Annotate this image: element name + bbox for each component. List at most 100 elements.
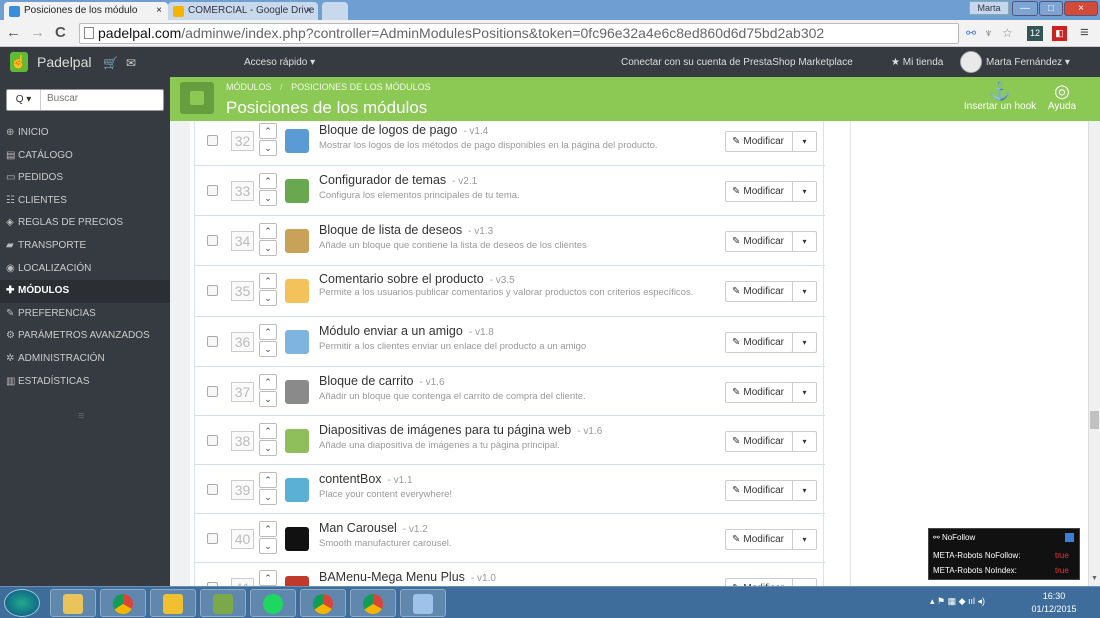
quick-access-dropdown[interactable]: Acceso rápido ▾ bbox=[244, 57, 315, 68]
taskbar-mail-button[interactable] bbox=[150, 589, 196, 617]
sidebar-item-estadisticas[interactable]: ▥ ESTADÍSTICAS bbox=[0, 371, 170, 394]
taskbar-editor-button[interactable] bbox=[200, 589, 246, 617]
scroll-down-arrow-icon[interactable]: ▼ bbox=[1091, 575, 1098, 582]
modify-button[interactable]: ✎Modificar bbox=[725, 382, 793, 403]
search-type-button[interactable]: Q ▾ bbox=[7, 90, 41, 110]
move-down-arrow-icon[interactable]: ⌄ bbox=[259, 240, 277, 256]
extension-link-icon[interactable]: ⚯ bbox=[966, 25, 976, 41]
vertical-scrollbar[interactable]: ▼ bbox=[1088, 121, 1100, 586]
extension-badge[interactable]: 12 bbox=[1027, 26, 1043, 41]
move-down-arrow-icon[interactable]: ⌄ bbox=[259, 190, 277, 206]
module-checkbox[interactable] bbox=[207, 336, 218, 347]
taskbar-spotify-button[interactable] bbox=[250, 589, 296, 617]
bookmark-star-icon[interactable]: ☆ bbox=[1002, 25, 1013, 41]
move-up-arrow-icon[interactable]: ⌃ bbox=[259, 374, 277, 390]
maximize-button[interactable]: □ bbox=[1039, 1, 1063, 16]
row-actions-dropdown[interactable]: ▾ bbox=[792, 529, 817, 550]
module-checkbox[interactable] bbox=[207, 285, 218, 296]
nofollow-toggle[interactable] bbox=[1065, 533, 1074, 542]
extension-red-icon[interactable]: ◧ bbox=[1052, 26, 1067, 41]
move-up-arrow-icon[interactable]: ⌃ bbox=[259, 472, 277, 488]
modify-button[interactable]: ✎Modificar bbox=[725, 281, 793, 302]
help-button[interactable]: ◎ Ayuda bbox=[1044, 81, 1080, 112]
mail-icon[interactable]: ✉ bbox=[126, 56, 136, 70]
modify-button[interactable]: ✎Modificar bbox=[725, 578, 793, 586]
module-checkbox[interactable] bbox=[207, 435, 218, 446]
row-actions-dropdown[interactable]: ▾ bbox=[792, 431, 817, 452]
breadcrumb-posiciones[interactable]: POSICIONES DE LOS MÓDULOS bbox=[291, 82, 431, 92]
move-down-arrow-icon[interactable]: ⌄ bbox=[259, 290, 277, 306]
extension-pin-icon[interactable]: ♆ bbox=[984, 25, 993, 41]
module-checkbox[interactable] bbox=[207, 135, 218, 146]
move-down-arrow-icon[interactable]: ⌄ bbox=[259, 538, 277, 554]
row-actions-dropdown[interactable]: ▾ bbox=[792, 281, 817, 302]
move-up-arrow-icon[interactable]: ⌃ bbox=[259, 570, 277, 586]
forward-button[interactable]: → bbox=[30, 24, 45, 42]
sidebar-item-pedidos[interactable]: ▭ PEDIDOS bbox=[0, 167, 170, 190]
move-up-arrow-icon[interactable]: ⌃ bbox=[259, 223, 277, 239]
minimize-button[interactable]: — bbox=[1012, 1, 1038, 16]
search-input[interactable] bbox=[47, 93, 157, 104]
module-checkbox[interactable] bbox=[207, 386, 218, 397]
row-actions-dropdown[interactable]: ▾ bbox=[792, 131, 817, 152]
start-button[interactable] bbox=[4, 589, 40, 617]
modify-button[interactable]: ✎Modificar bbox=[725, 231, 793, 252]
sidebar-item-reglas-de-precios[interactable]: ◈ REGLAS DE PRECIOS bbox=[0, 212, 170, 235]
row-actions-dropdown[interactable]: ▾ bbox=[792, 480, 817, 501]
close-tab-icon[interactable]: × bbox=[306, 2, 312, 20]
move-down-arrow-icon[interactable]: ⌄ bbox=[259, 440, 277, 456]
sidebar-item-localizacion[interactable]: ◉ LOCALIZACIÓN bbox=[0, 258, 170, 281]
tab-posiciones[interactable]: Posiciones de los módulo × bbox=[4, 2, 168, 20]
module-checkbox[interactable] bbox=[207, 484, 218, 495]
close-window-button[interactable]: × bbox=[1064, 1, 1098, 16]
sidebar-item-clientes[interactable]: ☷ CLIENTES bbox=[0, 190, 170, 213]
url-field[interactable]: padelpal.com/adminwe/index.php?controlle… bbox=[79, 23, 959, 44]
sidebar-item-inicio[interactable]: ⊕ INICIO bbox=[0, 122, 170, 145]
user-menu[interactable]: Marta Fernández ▾ bbox=[986, 57, 1070, 68]
sidebar-item-catalogo[interactable]: ▤ CATÁLOGO bbox=[0, 145, 170, 168]
back-button[interactable]: ← bbox=[6, 24, 21, 42]
taskbar-chrome3-button[interactable] bbox=[350, 589, 396, 617]
move-up-arrow-icon[interactable]: ⌃ bbox=[259, 123, 277, 139]
hand-logo-icon[interactable]: ☝ bbox=[10, 52, 28, 72]
row-actions-dropdown[interactable]: ▾ bbox=[792, 181, 817, 202]
shop-name[interactable]: Padelpal bbox=[37, 54, 92, 70]
move-down-arrow-icon[interactable]: ⌄ bbox=[259, 489, 277, 505]
move-down-arrow-icon[interactable]: ⌄ bbox=[259, 391, 277, 407]
modify-button[interactable]: ✎Modificar bbox=[725, 332, 793, 353]
taskbar-chrome-button[interactable] bbox=[100, 589, 146, 617]
new-tab-button[interactable] bbox=[322, 2, 348, 20]
module-checkbox[interactable] bbox=[207, 235, 218, 246]
modify-button[interactable]: ✎Modificar bbox=[725, 131, 793, 152]
row-actions-dropdown[interactable]: ▾ bbox=[792, 231, 817, 252]
clock[interactable]: 16:30 01/12/2015 bbox=[1030, 590, 1078, 616]
my-store-link[interactable]: ★ Mi tienda bbox=[891, 57, 943, 68]
row-actions-dropdown[interactable]: ▾ bbox=[792, 332, 817, 353]
taskbar-paint-button[interactable] bbox=[400, 589, 446, 617]
move-up-arrow-icon[interactable]: ⌃ bbox=[259, 423, 277, 439]
module-checkbox[interactable] bbox=[207, 185, 218, 196]
avatar[interactable] bbox=[960, 51, 982, 73]
tab-google-drive[interactable]: COMERCIAL - Google Drive × bbox=[168, 2, 318, 20]
marketplace-connect-link[interactable]: Conectar con su cuenta de PrestaShop Mar… bbox=[621, 57, 853, 68]
modify-button[interactable]: ✎Modificar bbox=[725, 431, 793, 452]
move-up-arrow-icon[interactable]: ⌃ bbox=[259, 521, 277, 537]
sidebar-item-preferencias[interactable]: ✎ PREFERENCIAS bbox=[0, 303, 170, 326]
sidebar-item-modulos[interactable]: ✚ MÓDULOS bbox=[0, 280, 170, 303]
move-up-arrow-icon[interactable]: ⌃ bbox=[259, 173, 277, 189]
system-tray[interactable]: ▴ ⚑ ▦ ◆ ııl ◂) bbox=[930, 596, 985, 607]
move-up-arrow-icon[interactable]: ⌃ bbox=[259, 324, 277, 340]
module-checkbox[interactable] bbox=[207, 533, 218, 544]
close-tab-icon[interactable]: × bbox=[156, 2, 162, 20]
row-actions-dropdown[interactable]: ▾ bbox=[792, 382, 817, 403]
sidebar-item-transporte[interactable]: ▰ TRANSPORTE bbox=[0, 235, 170, 258]
cart-icon[interactable]: 🛒 bbox=[103, 56, 118, 70]
scrollbar-thumb[interactable] bbox=[1090, 411, 1099, 429]
menu-hamburger-icon[interactable]: ≡ bbox=[1080, 25, 1089, 41]
row-actions-dropdown[interactable]: ▾ bbox=[792, 578, 817, 586]
move-down-arrow-icon[interactable]: ⌄ bbox=[259, 140, 277, 156]
taskbar-chrome2-button[interactable] bbox=[300, 589, 346, 617]
insert-hook-button[interactable]: ⚓ Insertar un hook bbox=[960, 81, 1040, 112]
move-up-arrow-icon[interactable]: ⌃ bbox=[259, 273, 277, 289]
taskbar-explorer-button[interactable] bbox=[50, 589, 96, 617]
